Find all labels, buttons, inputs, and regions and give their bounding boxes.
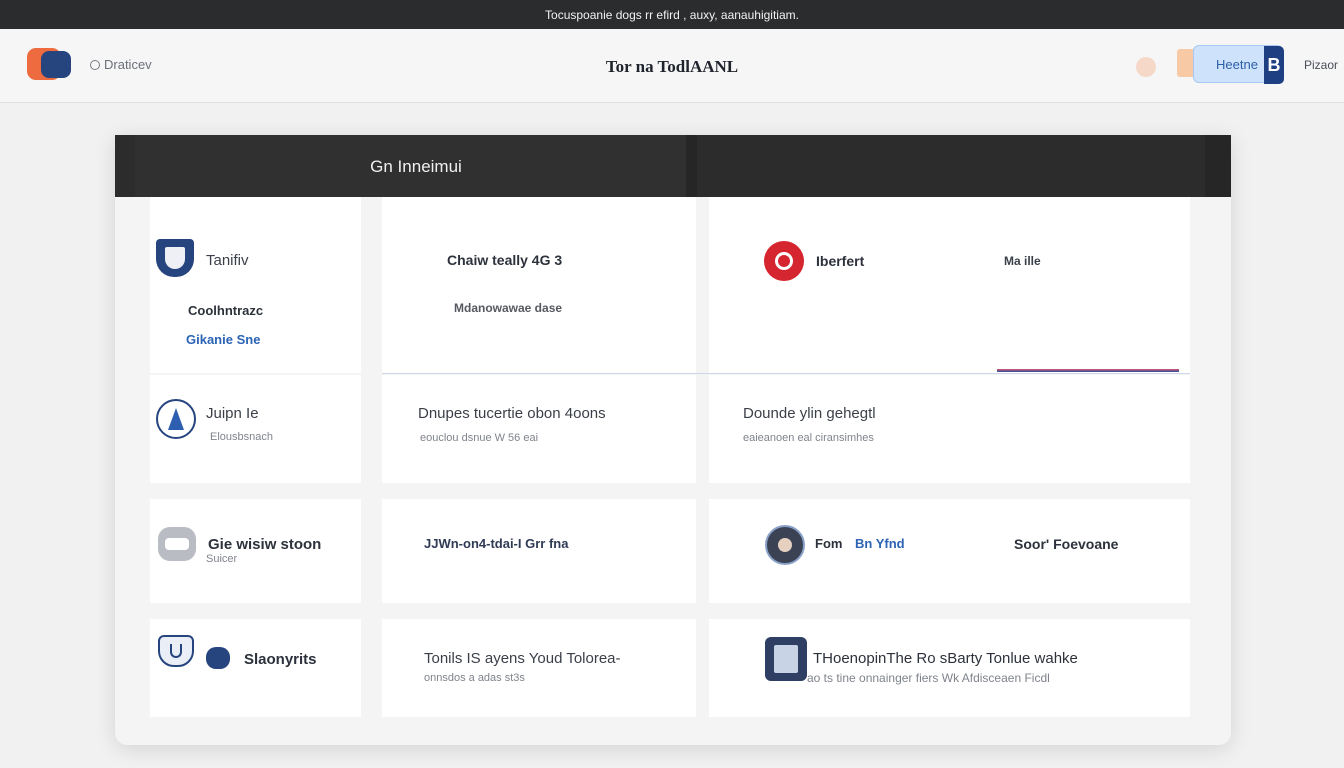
row3-c-title: Fom [815, 536, 843, 551]
row2-b-title: Dnupes tucertie obon 4oons [418, 405, 606, 422]
bookmark-icon: B [1264, 46, 1284, 84]
row3-cell-c[interactable]: Fom Bn Yfnd Soor' Foevoane [709, 499, 1190, 603]
row4-b-title: Tonils IS ayens Youd Tolorea- [424, 650, 621, 667]
row2-sub: Elousbsnach [210, 431, 273, 443]
panel-header: Gn Inneimui [115, 135, 1231, 197]
navigation-icon [156, 399, 196, 439]
row3-cell-a[interactable]: Gie wisiw stoon Suicer [150, 499, 361, 603]
document-icon [765, 637, 807, 681]
row-divider [382, 373, 1190, 374]
row2-cell-b[interactable]: Dnupes tucertie obon 4oons eouclou dsnue… [382, 375, 696, 483]
row1-cell-a[interactable]: Tanifiv Coolhntrazc Gikanie Sne [150, 197, 361, 373]
row4-cell-b[interactable]: Tonils IS ayens Youd Tolorea- onnsdos a … [382, 619, 696, 717]
row2-cell-a[interactable]: Juipn Ie Elousbsnach [150, 375, 361, 483]
row1-cell-c[interactable]: Iberfert Ma ille [709, 197, 1190, 373]
row1-line2: Coolhntrazc [188, 303, 264, 318]
row3-c-right: Soor' Foevoane [1014, 536, 1119, 552]
header-extra-link[interactable]: Pizaor [1304, 58, 1338, 72]
row3-c-link[interactable]: Bn Yfnd [855, 536, 905, 551]
row2-c-title: Dounde ylin gehegtl [743, 405, 876, 422]
primary-button[interactable]: Heetne B [1193, 45, 1284, 84]
top-status-text: Tocuspoanie dogs rr efird , auxy, aanauh… [545, 7, 799, 22]
row3-sub: Suicer [206, 553, 238, 565]
row2-b-sub: eouclou dsnue W 56 eai [420, 432, 539, 444]
chat-icon [206, 647, 230, 669]
primary-button-label: Heetne [1216, 56, 1258, 72]
toggle-icon [158, 527, 196, 561]
row1-c-right: Ma ille [1004, 254, 1041, 268]
row4-c-title: THoenopinThe Ro sBarty Tonlue wahke [813, 650, 1078, 667]
row3-title: Gie wisiw stoon [208, 536, 322, 553]
row2-cell-c[interactable]: Dounde ylin gehegtl eaieanoen eal cirans… [709, 375, 1190, 483]
row4-title: Slaonyrits [244, 651, 317, 668]
top-status-bar: Tocuspoanie dogs rr efird , auxy, aanauh… [0, 0, 1344, 29]
row1-title: Tanifiv [206, 252, 249, 269]
row2-c-sub: eaieanoen eal ciransimhes [743, 432, 874, 444]
row4-c-sub: ao ts tine onnainger fiers Wk Afdisceaen… [807, 671, 1050, 685]
row4-b-sub: onnsdos a adas st3s [424, 672, 525, 684]
row1-c-title: Iberfert [816, 253, 865, 269]
badge-icon [158, 635, 194, 667]
row4-cell-c[interactable]: THoenopinThe Ro sBarty Tonlue wahke ao t… [709, 619, 1190, 717]
shield-icon [156, 239, 194, 277]
main-panel: Gn Inneimui Tanifiv Coolhntrazc Gikanie … [115, 135, 1231, 745]
avatar-icon [765, 525, 805, 565]
row3-b-title[interactable]: JJWn-on4-tdai-I Grr fna [424, 536, 568, 551]
row2-title: Juipn Ie [206, 405, 259, 422]
row1-cell-b[interactable]: Chaiw teally 4G 3 Mdanowawae dase [382, 197, 696, 373]
row1-b-title: Chaiw teally 4G 3 [447, 252, 563, 268]
active-tab-indicator [997, 369, 1179, 372]
app-header: Draticev Tor na TodlAANL Heetne B Pizaor [0, 29, 1344, 103]
status-dot-icon [1136, 57, 1156, 77]
row1-b-sub: Mdanowawae dase [454, 301, 563, 315]
record-icon [764, 241, 804, 281]
row1-link[interactable]: Gikanie Sne [186, 332, 260, 347]
row3-cell-b[interactable]: JJWn-on4-tdai-I Grr fna [382, 499, 696, 603]
row4-cell-a[interactable]: Slaonyrits [150, 619, 361, 717]
panel-title: Gn Inneimui [370, 157, 462, 176]
